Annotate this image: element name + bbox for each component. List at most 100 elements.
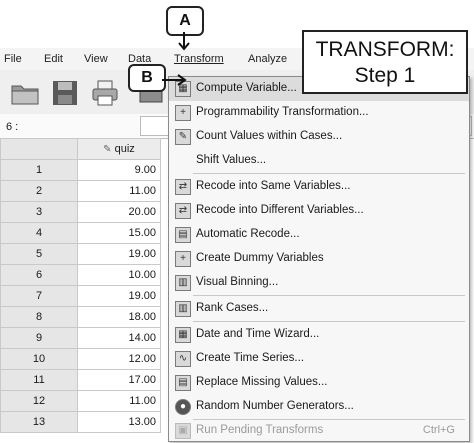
menu-item-label: Replace Missing Values... (196, 376, 328, 388)
row-number[interactable]: 6 (0, 264, 78, 286)
open-folder-icon[interactable] (10, 78, 40, 108)
menu-separator (193, 173, 465, 174)
menu-view[interactable]: View (84, 53, 108, 65)
table-row: 8 18.00 (0, 306, 161, 328)
transform-menu: ▦ Compute Variable... + Programmability … (168, 76, 470, 442)
step-title-box: TRANSFORM: Step 1 (302, 30, 468, 94)
menu-programmability-transformation[interactable]: + Programmability Transformation... (169, 101, 469, 125)
table-row: 3 20.00 (0, 201, 161, 223)
menu-item-label: Date and Time Wizard... (196, 328, 320, 340)
table-row: 5 19.00 (0, 243, 161, 265)
menu-item-label: Compute Variable... (196, 82, 297, 94)
callout-a-arrow (178, 32, 190, 51)
recode-icon: ⇄ (175, 179, 191, 195)
data-cell[interactable]: 10.00 (77, 264, 161, 286)
menu-item-label: Count Values within Cases... (196, 130, 343, 142)
row-number[interactable]: 11 (0, 369, 78, 391)
menu-create-dummy-variables[interactable]: + Create Dummy Variables (169, 247, 469, 271)
menu-count-values[interactable]: ✎ Count Values within Cases... (169, 125, 469, 149)
run-icon: ▣ (175, 423, 191, 439)
print-icon[interactable] (90, 78, 120, 108)
table-row: 9 14.00 (0, 327, 161, 349)
menu-item-label: Recode into Different Variables... (196, 204, 364, 216)
row-number[interactable]: 2 (0, 180, 78, 202)
pencil-ruler-icon: ✎ (103, 144, 112, 155)
data-cell[interactable]: 11.00 (77, 390, 161, 412)
menu-visual-binning[interactable]: ▥ Visual Binning... (169, 271, 469, 295)
row-number[interactable]: 12 (0, 390, 78, 412)
table-row: 2 11.00 (0, 180, 161, 202)
table-row: 4 15.00 (0, 222, 161, 244)
menu-rank-cases[interactable]: ▥ Rank Cases... (169, 297, 469, 321)
cell-reference: 6 : (6, 121, 19, 133)
table-header-row: ✎ quiz (0, 138, 161, 160)
menu-item-label: Recode into Same Variables... (196, 180, 351, 192)
callout-b-arrow (162, 74, 187, 86)
step-title-line1: TRANSFORM: (315, 38, 455, 61)
row-number[interactable]: 10 (0, 348, 78, 370)
data-cell[interactable]: 20.00 (77, 201, 161, 223)
recode-icon: ⇄ (175, 203, 191, 219)
replace-icon: ▤ (175, 375, 191, 391)
table-row: 6 10.00 (0, 264, 161, 286)
menu-transform[interactable]: Transform (174, 53, 224, 65)
table-row: 11 17.00 (0, 369, 161, 391)
data-cell[interactable]: 19.00 (77, 243, 161, 265)
rank-icon: ▥ (175, 301, 191, 317)
menu-item-label: Random Number Generators... (196, 400, 354, 412)
plus-icon: + (175, 105, 191, 121)
data-cell[interactable]: 14.00 (77, 327, 161, 349)
data-cell[interactable]: 9.00 (77, 159, 161, 181)
menu-random-number-generators[interactable]: ● Random Number Generators... (169, 395, 469, 419)
shortcut-label: Ctrl+G (422, 424, 455, 436)
data-cell[interactable]: 18.00 (77, 306, 161, 328)
row-number[interactable]: 7 (0, 285, 78, 307)
menu-edit[interactable]: Edit (44, 53, 63, 65)
row-number[interactable]: 5 (0, 243, 78, 265)
row-number[interactable]: 9 (0, 327, 78, 349)
row-number[interactable]: 4 (0, 222, 78, 244)
column-header-label: quiz (114, 143, 135, 155)
count-icon: ✎ (175, 129, 191, 145)
menu-automatic-recode[interactable]: ▤ Automatic Recode... (169, 223, 469, 247)
calendar-icon: ▦ (175, 327, 191, 343)
row-number[interactable]: 3 (0, 201, 78, 223)
data-cell[interactable]: 13.00 (77, 411, 161, 433)
data-cell[interactable]: 15.00 (77, 222, 161, 244)
dice-icon: ● (175, 399, 191, 415)
binning-icon: ▥ (175, 275, 191, 291)
menu-item-label: Visual Binning... (196, 276, 279, 288)
data-cell[interactable]: 19.00 (77, 285, 161, 307)
column-header-quiz[interactable]: ✎ quiz (77, 138, 161, 160)
menu-item-label: Automatic Recode... (196, 228, 300, 240)
menu-recode-different[interactable]: ⇄ Recode into Different Variables... (169, 199, 469, 223)
data-cell[interactable]: 12.00 (77, 348, 161, 370)
menu-file[interactable]: File (4, 53, 22, 65)
table-row: 13 13.00 (0, 411, 161, 433)
table-row: 1 9.00 (0, 159, 161, 181)
table-row: 10 12.00 (0, 348, 161, 370)
menu-item-label: Programmability Transformation... (196, 106, 369, 118)
menu-analyze[interactable]: Analyze (248, 53, 287, 65)
menu-recode-same[interactable]: ⇄ Recode into Same Variables... (169, 175, 469, 199)
menu-item-label: Create Dummy Variables (196, 252, 324, 264)
menu-item-label: Rank Cases... (196, 302, 269, 314)
menu-date-time-wizard[interactable]: ▦ Date and Time Wizard... (169, 323, 469, 347)
plus-icon: + (175, 251, 191, 267)
menu-replace-missing-values[interactable]: ▤ Replace Missing Values... (169, 371, 469, 395)
row-number[interactable]: 1 (0, 159, 78, 181)
row-number[interactable]: 8 (0, 306, 78, 328)
menu-create-time-series[interactable]: ∿ Create Time Series... (169, 347, 469, 371)
data-cell[interactable]: 11.00 (77, 180, 161, 202)
table-row: 7 19.00 (0, 285, 161, 307)
time-series-icon: ∿ (175, 351, 191, 367)
menu-shift-values[interactable]: Shift Values... (169, 149, 469, 173)
corner-cell (0, 138, 78, 160)
row-number[interactable]: 13 (0, 411, 78, 433)
menu-item-label: Create Time Series... (196, 352, 305, 364)
menu-run-pending-transforms[interactable]: ▣ Run Pending Transforms Ctrl+G (169, 419, 469, 443)
menu-separator (193, 295, 465, 296)
step-title-line2: Step 1 (354, 64, 416, 87)
data-cell[interactable]: 17.00 (77, 369, 161, 391)
save-icon[interactable] (50, 78, 80, 108)
